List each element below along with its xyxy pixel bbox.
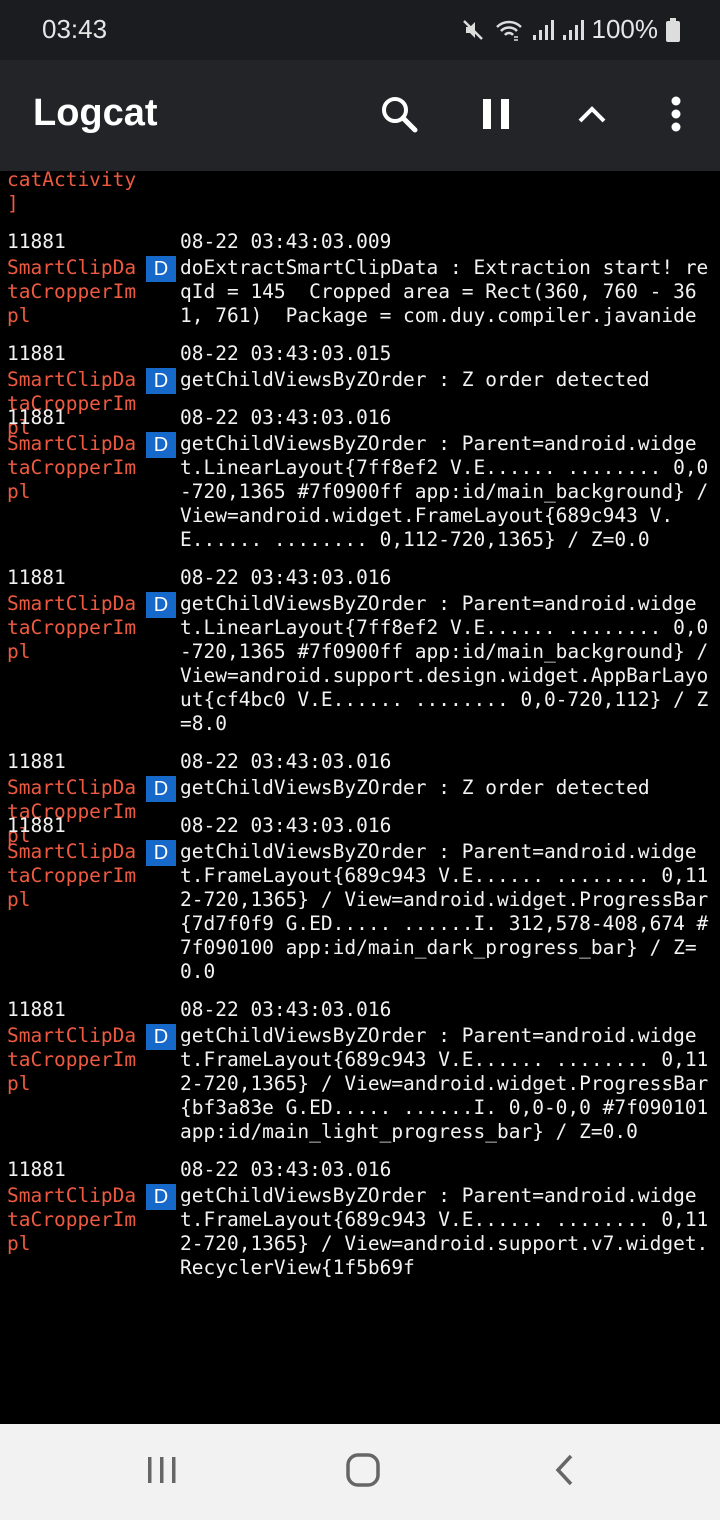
status-bar: 03:43 100% [0, 0, 720, 60]
log-message: getChildViewsByZOrder : Z order detected [180, 776, 650, 799]
home-button[interactable] [333, 1450, 393, 1494]
log-entry[interactable]: 11881 08-22 03:43:03.015 SmartClipDataCrop… [0, 340, 720, 439]
pause-icon [481, 97, 511, 136]
log-message: getChildViewsByZOrder : Parent=android.w… [180, 1024, 720, 1143]
home-icon [345, 1452, 381, 1493]
log-level-badge: D [146, 840, 176, 866]
partial-entry-tag: catActivity ] [7, 171, 137, 215]
log-message: getChildViewsByZOrder : Parent=android.w… [180, 592, 720, 735]
log-message: doExtractSmartClipData : Extraction star… [180, 256, 709, 327]
log-timestamp: 08-22 03:43:03.016 [180, 1158, 392, 1181]
app-bar: Logcat [0, 60, 720, 171]
log-pid: 11881 [7, 406, 66, 429]
log-tag: SmartClipDataCropperImpl [7, 840, 137, 911]
log-message: getChildViewsByZOrder : Parent=android.w… [180, 432, 720, 551]
search-icon [379, 94, 419, 139]
back-icon [553, 1453, 577, 1492]
app-title: Logcat [33, 92, 158, 134]
log-level-badge: D [146, 432, 176, 458]
log-tag: SmartClipDataCropperImpl [7, 256, 137, 327]
log-pid: 11881 [7, 230, 66, 253]
recents-icon [146, 1455, 178, 1490]
overflow-menu-button[interactable] [648, 88, 704, 144]
log-pid: 11881 [7, 998, 66, 1021]
log-entry[interactable]: 11881 08-22 03:43:03.016 SmartClipDataCrop… [0, 1156, 720, 1292]
scroll-top-button[interactable] [564, 88, 620, 144]
log-timestamp: 08-22 03:43:03.015 [180, 342, 392, 365]
more-vert-icon [670, 96, 682, 137]
log-timestamp: 08-22 03:43:03.016 [180, 998, 392, 1021]
search-button[interactable] [371, 88, 427, 144]
log-timestamp: 08-22 03:43:03.016 [180, 406, 392, 429]
log-tag: SmartClipDataCropperImpl [7, 1024, 137, 1095]
log-entry[interactable]: 11881 08-22 03:43:03.016 SmartClipDataCrop… [0, 564, 720, 748]
status-time: 03:43 [42, 14, 108, 44]
mute-icon [460, 17, 486, 43]
log-entry[interactable]: 11881 08-22 03:43:03.016 SmartClipDataCrop… [0, 748, 720, 847]
log-level-badge: D [146, 776, 176, 802]
log-tag: SmartClipDataCropperImpl [7, 432, 137, 503]
log-entry[interactable]: 11881 08-22 03:43:03.016 SmartClipDataCrop… [0, 996, 720, 1156]
log-level-badge: D [146, 256, 176, 282]
log-level-badge: D [146, 368, 176, 394]
log-level-badge: D [146, 1184, 176, 1210]
log-message: getChildViewsByZOrder : Z order detected [180, 368, 650, 391]
signal-icon-1 [532, 17, 554, 43]
log-timestamp: 08-22 03:43:03.016 [180, 566, 392, 589]
log-message: getChildViewsByZOrder : Parent=android.w… [180, 840, 709, 983]
log-timestamp: 08-22 03:43:03.009 [180, 230, 392, 253]
status-icons: 100% [460, 14, 680, 45]
log-level-badge: D [146, 592, 176, 618]
log-tag: SmartClipDataCropperImpl [7, 592, 137, 663]
log-level-badge: D [146, 1024, 176, 1050]
log-pid: 11881 [7, 1158, 66, 1181]
log-tag: SmartClipDataCropperImpl [7, 1184, 137, 1255]
log-pid: 11881 [7, 814, 66, 837]
log-list[interactable]: catActivity ] 11881 08-22 03:43:03.009 Sma… [0, 171, 720, 1423]
signal-icon-2 [562, 17, 584, 43]
recents-button[interactable] [132, 1450, 192, 1494]
battery-percent: 100% [591, 14, 659, 44]
log-entry[interactable]: 11881 08-22 03:43:03.016 SmartClipDataCrop… [0, 812, 720, 996]
log-pid: 11881 [7, 750, 66, 773]
back-button[interactable] [535, 1450, 595, 1494]
log-entry[interactable]: 11881 08-22 03:43:03.016 SmartClipDataCrop… [0, 404, 720, 564]
log-pid: 11881 [7, 342, 66, 365]
wifi-icon [494, 17, 524, 43]
pause-button[interactable] [468, 88, 524, 144]
log-message: getChildViewsByZOrder : Parent=android.w… [180, 1184, 709, 1279]
log-timestamp: 08-22 03:43:03.016 [180, 750, 392, 773]
log-pid: 11881 [7, 566, 66, 589]
log-timestamp: 08-22 03:43:03.016 [180, 814, 392, 837]
chevron-up-icon [576, 103, 608, 130]
navigation-bar [0, 1424, 720, 1520]
battery-icon [666, 17, 680, 42]
log-entry[interactable]: 11881 08-22 03:43:03.009 SmartClipDataCrop… [0, 228, 720, 340]
